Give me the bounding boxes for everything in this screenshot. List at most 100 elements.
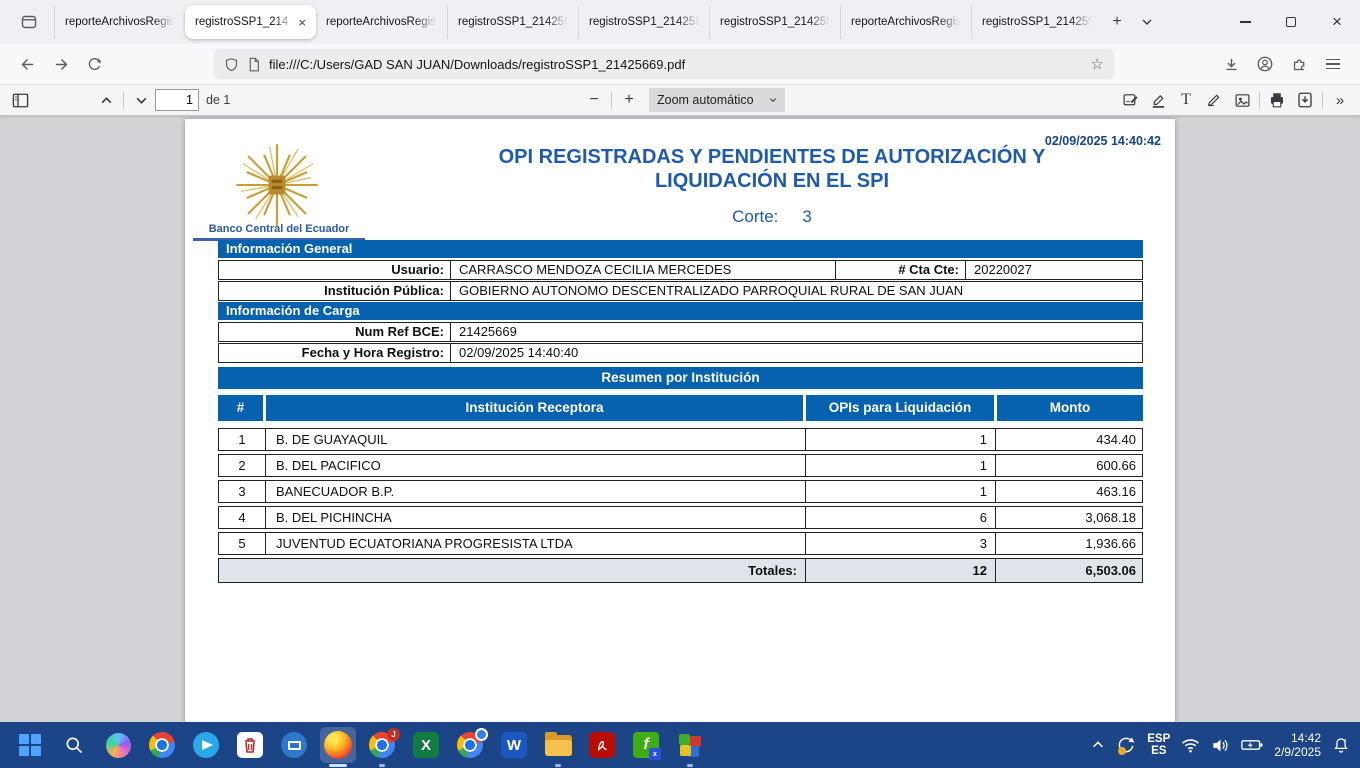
forward-icon — [53, 56, 70, 73]
row-institucion-publica: Institución Pública: GOBIERNO AUTONOMO D… — [218, 281, 1143, 301]
chrome-profile2-button[interactable] — [452, 727, 488, 763]
tab-label: reporteArchivosRegis — [326, 16, 437, 28]
search-icon — [64, 735, 84, 755]
col-monto: Monto — [997, 395, 1143, 421]
account-button[interactable] — [1248, 49, 1282, 79]
pdf-image-tool[interactable] — [1228, 88, 1256, 112]
tab-8[interactable]: registroSSP1_214255 — [971, 5, 1102, 39]
tab-7[interactable]: reporteArchivosRegis — [840, 5, 971, 39]
sync-status-icon[interactable] — [1116, 735, 1136, 755]
language-indicator[interactable]: ESP ES — [1147, 733, 1170, 757]
firefox-view-icon — [20, 13, 38, 31]
chrome-icon: J — [369, 732, 395, 758]
search-button[interactable] — [56, 727, 92, 763]
zoom-out-button[interactable]: − — [580, 88, 608, 112]
copilot-button[interactable] — [100, 727, 136, 763]
pdf-print-button[interactable] — [1263, 88, 1291, 112]
bookmark-star-icon[interactable]: ☆ — [1091, 55, 1104, 73]
finance-app-button[interactable]: fx — [628, 727, 664, 763]
menu-button[interactable] — [1316, 49, 1350, 79]
back-button[interactable] — [10, 49, 44, 79]
tray-chevron-up-icon[interactable] — [1091, 738, 1105, 752]
acrobat-button[interactable] — [584, 727, 620, 763]
chevron-down-icon — [135, 94, 148, 107]
battery-icon[interactable] — [1241, 737, 1263, 753]
recycle-bin-icon — [237, 732, 263, 758]
institucion-value: GOBIERNO AUTONOMO DESCENTRALIZADO PARROQ… — [451, 282, 1142, 300]
downloads-button[interactable] — [1214, 49, 1248, 79]
notification-bell-icon[interactable]: z — [1332, 736, 1350, 754]
pdf-save-button[interactable] — [1291, 88, 1319, 112]
system-tray: ESP ES 14:42 2/9/2025 z — [1091, 722, 1350, 768]
address-bar[interactable]: file:///C:/Users/GAD SAN JUAN/Downloads/… — [214, 49, 1114, 79]
volume-icon[interactable] — [1211, 737, 1230, 754]
pdf-highlight-tool[interactable] — [1144, 88, 1172, 112]
highlighter-icon — [1150, 92, 1167, 109]
tab-3[interactable]: reporteArchivosRegis — [316, 5, 447, 39]
tab-1[interactable]: reporteArchivosRegis — [54, 5, 185, 39]
report-title: OPI REGISTRADAS Y PENDIENTES DE AUTORIZA… — [452, 145, 1092, 193]
pdf-prev-page-button[interactable] — [92, 88, 120, 112]
telegram-button[interactable] — [188, 727, 224, 763]
banco-central-logo — [233, 143, 321, 227]
report-header: OPI REGISTRADAS Y PENDIENTES DE AUTORIZA… — [395, 145, 1149, 227]
chrome-button[interactable] — [144, 727, 180, 763]
window-controls: × — [1222, 0, 1360, 44]
svg-text:z: z — [1344, 738, 1347, 744]
wifi-icon[interactable] — [1181, 737, 1200, 754]
remote-desktop-button[interactable] — [276, 727, 312, 763]
clock[interactable]: 14:42 2/9/2025 — [1274, 731, 1321, 759]
pdf-sidebar-toggle[interactable] — [6, 88, 34, 112]
word-button[interactable]: W — [496, 727, 532, 763]
firefox-button[interactable] — [320, 727, 356, 763]
signature-icon — [1122, 92, 1139, 109]
chevron-down-icon — [1141, 16, 1153, 28]
tab-label: registroSSP1_214256 — [458, 16, 568, 28]
totales-label: Totales: — [219, 559, 806, 582]
tab-4[interactable]: registroSSP1_214256 — [447, 5, 578, 39]
report-body: Información General Usuario: CARRASCO ME… — [218, 240, 1143, 583]
zoom-select-value: Zoom automático — [657, 93, 754, 107]
tab-list-dropdown[interactable] — [1132, 7, 1162, 37]
excel-button[interactable]: X — [408, 727, 444, 763]
pdf-text-tool[interactable]: T — [1172, 88, 1200, 112]
resumen-table-rows: 1 B. DE GUAYAQUIL 1 434.40 2 B. DEL PACI… — [218, 428, 1143, 583]
pdf-next-page-button[interactable] — [127, 88, 155, 112]
zoom-in-button[interactable]: + — [615, 88, 643, 112]
page-number-input[interactable] — [155, 89, 199, 111]
close-button[interactable]: × — [1314, 0, 1360, 44]
col-institucion: Institución Receptora — [266, 395, 803, 421]
zoom-select[interactable]: Zoom automático — [649, 88, 785, 112]
tab-close-icon[interactable]: × — [298, 15, 306, 30]
file-explorer-button[interactable] — [540, 727, 576, 763]
firefox-view-button[interactable] — [12, 7, 46, 37]
chrome-profile-button[interactable]: J — [364, 727, 400, 763]
corte-value: 3 — [802, 207, 811, 226]
pdf-signature-tool[interactable] — [1116, 88, 1144, 112]
minimize-button[interactable] — [1222, 0, 1268, 44]
usuario-value: CARRASCO MENDOZA CECILIA MERCEDES — [451, 261, 836, 279]
pdf-draw-tool[interactable] — [1200, 88, 1228, 112]
forward-button[interactable] — [44, 49, 78, 79]
maximize-button[interactable] — [1268, 0, 1314, 44]
pdf-more-tools-button[interactable]: » — [1326, 88, 1354, 112]
usuario-label: Usuario: — [219, 261, 451, 279]
tab-5[interactable]: registroSSP1_214255 — [578, 5, 709, 39]
tab-6[interactable]: registroSSP1_214255 — [709, 5, 840, 39]
pdf-viewer[interactable]: 02/09/2025 14:40:42 — [0, 116, 1360, 722]
cubes-app-button[interactable] — [672, 727, 708, 763]
start-button[interactable] — [12, 727, 48, 763]
extensions-button[interactable] — [1282, 49, 1316, 79]
printer-icon — [1268, 91, 1286, 109]
tab-label: reporteArchivosRegis — [65, 16, 175, 28]
reload-button[interactable] — [78, 49, 112, 79]
page-icon[interactable] — [247, 57, 261, 72]
new-tab-button[interactable]: + — [1102, 7, 1132, 37]
shield-icon[interactable] — [224, 57, 239, 72]
fecha-label: Fecha y Hora Registro: — [219, 344, 451, 362]
recycle-app-button[interactable] — [232, 727, 268, 763]
zoom-controls: − + Zoom automático — [580, 88, 785, 112]
hamburger-icon — [1326, 59, 1340, 70]
taskbar: J X W fx ESP ES — [0, 722, 1360, 768]
tab-2-active[interactable]: registroSSP1_214× — [185, 5, 316, 39]
